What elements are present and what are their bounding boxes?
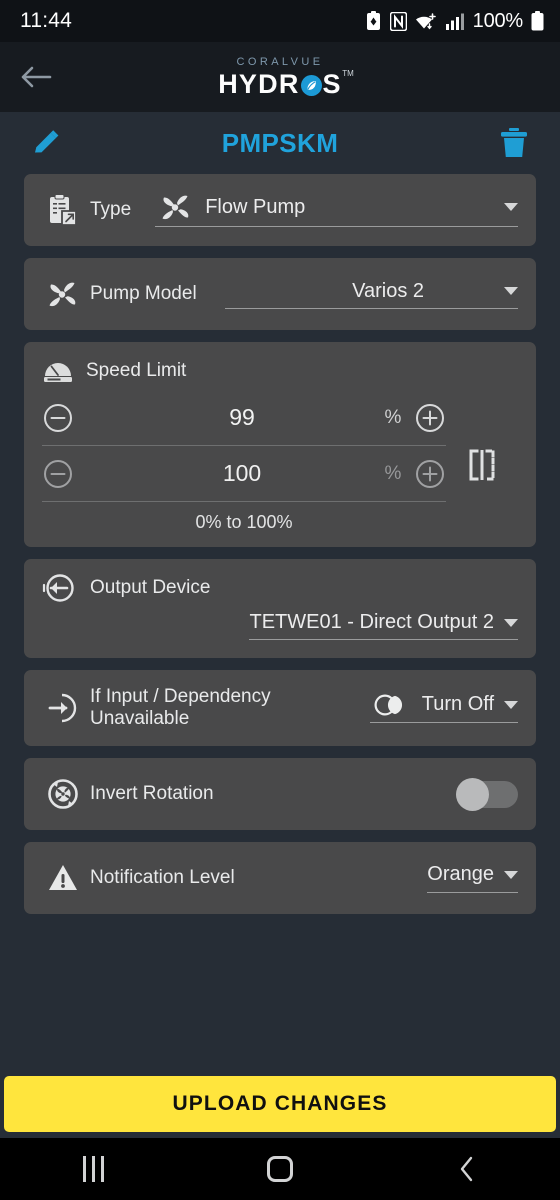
pump-model-label: Pump Model	[90, 283, 197, 304]
fan-icon	[42, 281, 82, 308]
pencil-icon	[35, 130, 59, 153]
output-device-label: Output Device	[90, 577, 211, 598]
nav-home-button[interactable]	[220, 1156, 340, 1182]
plus-circle-icon[interactable]	[414, 402, 446, 434]
leaf-glyph	[306, 80, 316, 90]
gauge-icon	[42, 358, 74, 384]
pump-model-dropdown[interactable]: Varios 2	[224, 279, 518, 309]
dependency-fallback-dropdown[interactable]: Turn Off	[369, 693, 518, 723]
nav-recents-button[interactable]	[33, 1156, 153, 1182]
notification-level-label: Notification Level	[90, 867, 235, 888]
clipboard-icon	[42, 194, 82, 226]
speed-limit-value-1[interactable]: 99	[74, 404, 372, 431]
invert-rotation-label: Invert Rotation	[90, 783, 214, 804]
type-label: Type	[90, 199, 132, 220]
status-bar: 11:44 100%	[0, 0, 560, 42]
fan-icon	[155, 194, 195, 221]
warning-triangle-icon	[42, 863, 84, 893]
type-value: Flow Pump	[205, 195, 306, 218]
toggle-circles-icon	[370, 694, 412, 716]
input-arrow-icon	[42, 693, 84, 723]
battery-icon	[531, 11, 544, 31]
dependency-fallback-value: Turn Off	[421, 693, 494, 715]
speed-limit-range-hint: 0% to 100%	[195, 512, 293, 532]
app-bar: CORALVUE HYDR S TM	[0, 42, 560, 112]
speed-limit-header: Speed Limit	[42, 358, 518, 384]
output-device-card: Output Device TETWE01 - Direct Output 2	[24, 559, 536, 658]
chevron-down-icon	[504, 618, 518, 627]
trash-icon	[501, 128, 527, 157]
invert-rotation-toggle[interactable]	[456, 777, 518, 811]
chevron-down-icon	[504, 870, 518, 879]
app-bar-back-button[interactable]	[0, 64, 72, 90]
invert-rotation-icon	[42, 778, 84, 810]
pump-model-card: Pump Model Varios 2	[24, 258, 536, 330]
upload-button-bar: UPLOAD CHANGES	[0, 1076, 560, 1138]
status-bar-clock: 11:44	[20, 9, 72, 32]
invert-rotation-card: Invert Rotation	[24, 758, 536, 830]
delete-device-button[interactable]	[492, 127, 536, 159]
type-card: Type Flow Pump	[24, 174, 536, 246]
type-dropdown[interactable]: Flow Pump	[155, 194, 518, 227]
output-device-dropdown-wrap: TETWE01 - Direct Output 2	[42, 611, 518, 640]
pump-model-value: Varios 2	[352, 279, 424, 302]
recents-icon	[82, 1156, 104, 1182]
mirror-flip-button[interactable]	[446, 390, 518, 482]
logo-s-text: S	[322, 68, 342, 99]
speed-limit-row-1: 99 %	[42, 390, 446, 446]
dependency-fallback-card: If Input / Dependency Unavailable Turn O…	[24, 670, 536, 746]
plus-circle-icon[interactable]	[414, 458, 446, 490]
speed-limit-steppers: 99 % 100 % 0% to 100%	[42, 390, 446, 533]
nfc-icon	[389, 11, 407, 31]
settings-list: Type Flow Pump Pump Model Varios 2 Speed…	[0, 174, 560, 1076]
output-device-value: TETWE01 - Direct Output 2	[249, 611, 494, 633]
chevron-down-icon	[504, 203, 518, 211]
home-icon	[266, 1156, 293, 1182]
mirror-flip-icon	[469, 449, 495, 481]
logo-hydros-text: HYDR S TM	[218, 68, 354, 99]
battery-percent-label: 100%	[472, 9, 524, 32]
minus-circle-icon[interactable]	[42, 458, 74, 490]
chevron-down-icon	[504, 287, 518, 295]
edit-device-button[interactable]	[24, 127, 68, 159]
speed-limit-value-2[interactable]: 100	[74, 460, 372, 487]
speed-limit-label: Speed Limit	[86, 360, 187, 381]
app-screen: 11:44 100% CORALVUE HYDR S TM PMPSKM Typ…	[0, 0, 560, 1200]
page-title: PMPSKM	[221, 127, 339, 158]
minus-circle-icon[interactable]	[42, 402, 74, 434]
upload-changes-button[interactable]: UPLOAD CHANGES	[4, 1076, 556, 1132]
speed-limit-card: Speed Limit 99 % 100 % 0% to 100%	[24, 342, 536, 547]
nav-back-button[interactable]	[407, 1154, 527, 1184]
speed-limit-body: 99 % 100 % 0% to 100%	[42, 390, 518, 533]
hydros-logo: CORALVUE HYDR S TM	[0, 42, 560, 112]
status-bar-icons: 100%	[365, 10, 544, 33]
output-arrow-icon	[42, 573, 76, 603]
notification-level-card: Notification Level Orange	[24, 842, 536, 914]
android-nav-bar	[0, 1138, 560, 1200]
device-title-bar: PMPSKM	[0, 112, 560, 174]
output-device-header: Output Device	[42, 573, 518, 603]
notification-level-value: Orange	[427, 863, 494, 885]
battery-saver-icon	[366, 11, 380, 30]
notification-level-dropdown[interactable]: Orange	[427, 863, 518, 893]
wifi-icon	[415, 12, 436, 29]
back-arrow-icon	[21, 66, 52, 88]
speed-limit-unit-2: %	[384, 462, 402, 484]
chevron-down-icon	[504, 700, 518, 709]
logo-leaf-icon	[300, 74, 322, 96]
back-icon	[460, 1156, 472, 1182]
output-device-dropdown[interactable]: TETWE01 - Direct Output 2	[249, 611, 518, 640]
logo-hydr-text: HYDR	[218, 68, 300, 99]
cellular-signal-icon	[445, 13, 464, 30]
logo-tm-mark: TM	[342, 68, 354, 78]
toggle-knob	[456, 777, 489, 811]
speed-limit-unit-1: %	[384, 406, 402, 428]
speed-limit-row-2: 100 %	[42, 446, 446, 502]
dependency-fallback-label: If Input / Dependency Unavailable	[90, 685, 271, 729]
logo-coralvue-text: CORALVUE	[236, 55, 324, 68]
